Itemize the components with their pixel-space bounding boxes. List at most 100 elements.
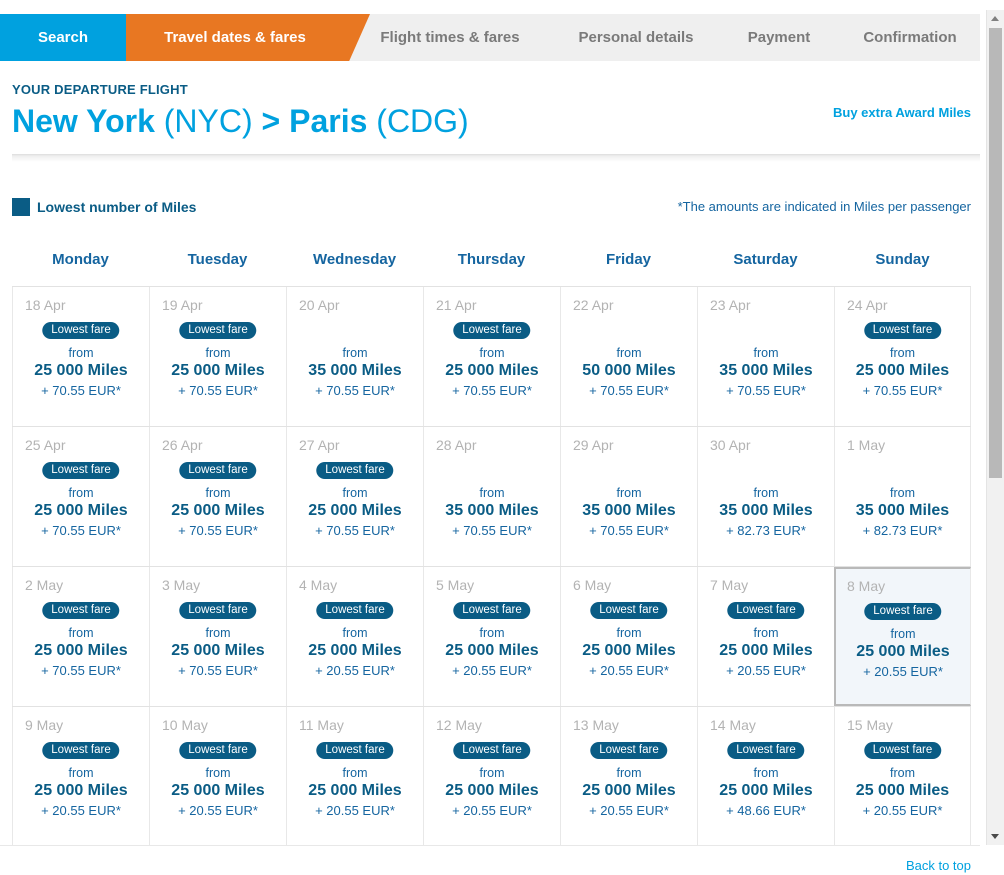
fare-cell-date: 6 May — [573, 577, 612, 593]
back-to-top-link[interactable]: Back to top — [906, 858, 971, 873]
fare-eur-surcharge: + 48.66 EUR* — [726, 803, 806, 818]
weekday-header-monday: Monday — [52, 251, 109, 268]
fare-cell[interactable]: 1 May from 35 000 Miles + 82.73 EUR* — [834, 427, 971, 566]
fare-miles-amount: 25 000 Miles — [171, 642, 265, 659]
fare-cell[interactable]: 2 May Lowest fare from 25 000 Miles + 70.55 … — [12, 567, 149, 706]
buy-extra-award-miles-link[interactable]: Buy extra Award Miles — [833, 105, 971, 120]
fare-from-label: from — [205, 766, 231, 780]
lowest-fare-badge: Lowest fare — [179, 462, 257, 479]
calendar-week-row: 2 May Lowest fare from 25 000 Miles + 70.55 … — [12, 566, 971, 706]
scrollbar-thumb[interactable] — [989, 28, 1002, 478]
fare-cell[interactable]: 5 May Lowest fare from 25 000 Miles + 20.55 … — [423, 567, 560, 706]
fare-cell-date: 14 May — [710, 717, 756, 733]
lowest-fare-badge: Lowest fare — [42, 462, 120, 479]
fare-cell[interactable]: 18 Apr Lowest fare from 25 000 Miles + 70.55… — [12, 287, 149, 426]
fare-from-label: from — [342, 626, 368, 640]
lowest-fare-badge: Lowest fare — [179, 322, 257, 339]
fare-from-label: from — [753, 486, 779, 500]
fare-cell-date: 10 May — [162, 717, 208, 733]
destination-city: Paris — [289, 103, 368, 139]
fare-from-label: from — [342, 346, 368, 360]
fare-eur-surcharge: + 70.55 EUR* — [41, 663, 121, 678]
fare-cell[interactable]: 19 Apr Lowest fare from 25 000 Miles + 70.55… — [149, 287, 286, 426]
scroll-up-arrow-icon[interactable] — [987, 10, 1004, 27]
fare-from-label: from — [616, 766, 642, 780]
lowest-fare-badge: Lowest fare — [590, 602, 668, 619]
tab-personal-details[interactable]: Personal details — [556, 14, 716, 61]
lowest-fare-badge: Lowest fare — [453, 602, 531, 619]
fare-cell[interactable]: 15 May Lowest fare from 25 000 Miles + 20.55… — [834, 707, 971, 846]
page-eyebrow: YOUR DEPARTURE FLIGHT — [12, 82, 188, 97]
fare-cell[interactable]: 20 Apr from 35 000 Miles + 70.55 EUR* — [286, 287, 423, 426]
fare-cell[interactable]: 21 Apr Lowest fare from 25 000 Miles + 70.55… — [423, 287, 560, 426]
fare-cell-selected[interactable]: 8 May Lowest fare from 25 000 Miles + 20.55 … — [834, 567, 971, 706]
weekday-header-friday: Friday — [605, 251, 651, 268]
fare-from-label: from — [616, 346, 642, 360]
fare-cell[interactable]: 12 May Lowest fare from 25 000 Miles + 20.55… — [423, 707, 560, 846]
fare-from-label: from — [616, 486, 642, 500]
fare-cell[interactable]: 9 May Lowest fare from 25 000 Miles + 20.55 … — [12, 707, 149, 846]
fare-miles-amount: 25 000 Miles — [308, 782, 402, 799]
tab-travel-dates-and-fares[interactable]: Travel dates & fares — [130, 14, 340, 61]
fare-cell[interactable]: 4 May Lowest fare from 25 000 Miles + 20.55 … — [286, 567, 423, 706]
fare-eur-surcharge: + 82.73 EUR* — [862, 523, 943, 538]
fare-cell[interactable]: 3 May Lowest fare from 25 000 Miles + 70.55 … — [149, 567, 286, 706]
weekday-header-wednesday: Wednesday — [312, 251, 397, 268]
fare-eur-surcharge: + 70.55 EUR* — [178, 383, 258, 398]
tab-payment-label: Payment — [747, 29, 811, 46]
fare-from-label: from — [205, 346, 231, 360]
fare-miles-amount: 25 000 Miles — [856, 643, 950, 660]
fare-from-label: from — [890, 627, 916, 641]
fare-from-label: from — [616, 626, 642, 640]
fare-cell[interactable]: 29 Apr from 35 000 Miles + 70.55 EUR* — [560, 427, 697, 566]
tab-search[interactable]: Search — [0, 14, 126, 61]
tab-flight-times-and-fares[interactable]: Flight times & fares — [362, 14, 538, 61]
fare-cell[interactable]: 6 May Lowest fare from 25 000 Miles + 20.55 … — [560, 567, 697, 706]
fare-cell[interactable]: 22 Apr from 50 000 Miles + 70.55 EUR* — [560, 287, 697, 426]
scroll-down-arrow-icon[interactable] — [987, 828, 1004, 845]
fare-miles-amount: 25 000 Miles — [445, 362, 539, 379]
fare-cell-date: 30 Apr — [710, 437, 751, 453]
fare-miles-amount: 25 000 Miles — [34, 362, 128, 379]
tab-payment[interactable]: Payment — [726, 14, 832, 61]
fare-eur-surcharge: + 70.55 EUR* — [41, 383, 121, 398]
vertical-scrollbar[interactable] — [986, 10, 1004, 845]
legend-footnote: *The amounts are indicated in Miles per … — [677, 199, 971, 214]
fare-cell[interactable]: 13 May Lowest fare from 25 000 Miles + 20.55… — [560, 707, 697, 846]
fare-cell[interactable]: 27 Apr Lowest fare from 25 000 Miles + 70.55… — [286, 427, 423, 566]
lowest-fare-badge: Lowest fare — [42, 322, 120, 339]
fare-cell[interactable]: 26 Apr Lowest fare from 25 000 Miles + 70.55… — [149, 427, 286, 566]
tab-flight-times-and-fares-label: Flight times & fares — [380, 29, 520, 46]
fare-miles-amount: 35 000 Miles — [719, 502, 813, 519]
fare-cell-date: 27 Apr — [299, 437, 340, 453]
fare-cell-date: 9 May — [25, 717, 64, 733]
fare-from-label: from — [68, 346, 94, 360]
flight-header: YOUR DEPARTURE FLIGHT New York (NYC) > P… — [12, 82, 980, 141]
fare-cell-date: 18 Apr — [25, 297, 66, 313]
fare-eur-surcharge: + 20.55 EUR* — [863, 664, 943, 679]
fare-cell[interactable]: 23 Apr from 35 000 Miles + 70.55 EUR* — [697, 287, 834, 426]
weekday-header-thursday: Thursday — [457, 251, 526, 268]
lowest-fare-badge: Lowest fare — [316, 742, 394, 759]
weekday-header-tuesday: Tuesday — [187, 251, 248, 268]
fare-cell[interactable]: 14 May Lowest fare from 25 000 Miles + 48.66… — [697, 707, 834, 846]
weekday-header-saturday: Saturday — [733, 251, 798, 268]
fare-cell-date: 8 May — [847, 578, 886, 594]
fare-cell[interactable]: 24 Apr Lowest fare from 25 000 Miles + 70.55… — [834, 287, 971, 426]
fare-from-label: from — [479, 766, 505, 780]
fare-cell[interactable]: 25 Apr Lowest fare from 25 000 Miles + 70.55… — [12, 427, 149, 566]
fare-cell[interactable]: 11 May Lowest fare from 25 000 Miles + 20.55… — [286, 707, 423, 846]
tab-confirmation[interactable]: Confirmation — [838, 14, 980, 61]
fare-from-label: from — [68, 626, 94, 640]
fare-cell[interactable]: 30 Apr from 35 000 Miles + 82.73 EUR* — [697, 427, 834, 566]
fare-miles-amount: 25 000 Miles — [34, 782, 128, 799]
fare-cell[interactable]: 28 Apr from 35 000 Miles + 70.55 EUR* — [423, 427, 560, 566]
lowest-fare-badge: Lowest fare — [863, 742, 942, 759]
fare-cell[interactable]: 10 May Lowest fare from 25 000 Miles + 20.55… — [149, 707, 286, 846]
weekday-header-row: Monday Tuesday Wednesday Thursday Friday… — [12, 244, 971, 286]
origin-city: New York — [12, 103, 155, 139]
fare-eur-surcharge: + 20.55 EUR* — [862, 803, 943, 818]
fare-eur-surcharge: + 70.55 EUR* — [178, 523, 258, 538]
fare-miles-amount: 35 000 Miles — [855, 502, 950, 519]
fare-cell[interactable]: 7 May Lowest fare from 25 000 Miles + 20.55 … — [697, 567, 834, 706]
